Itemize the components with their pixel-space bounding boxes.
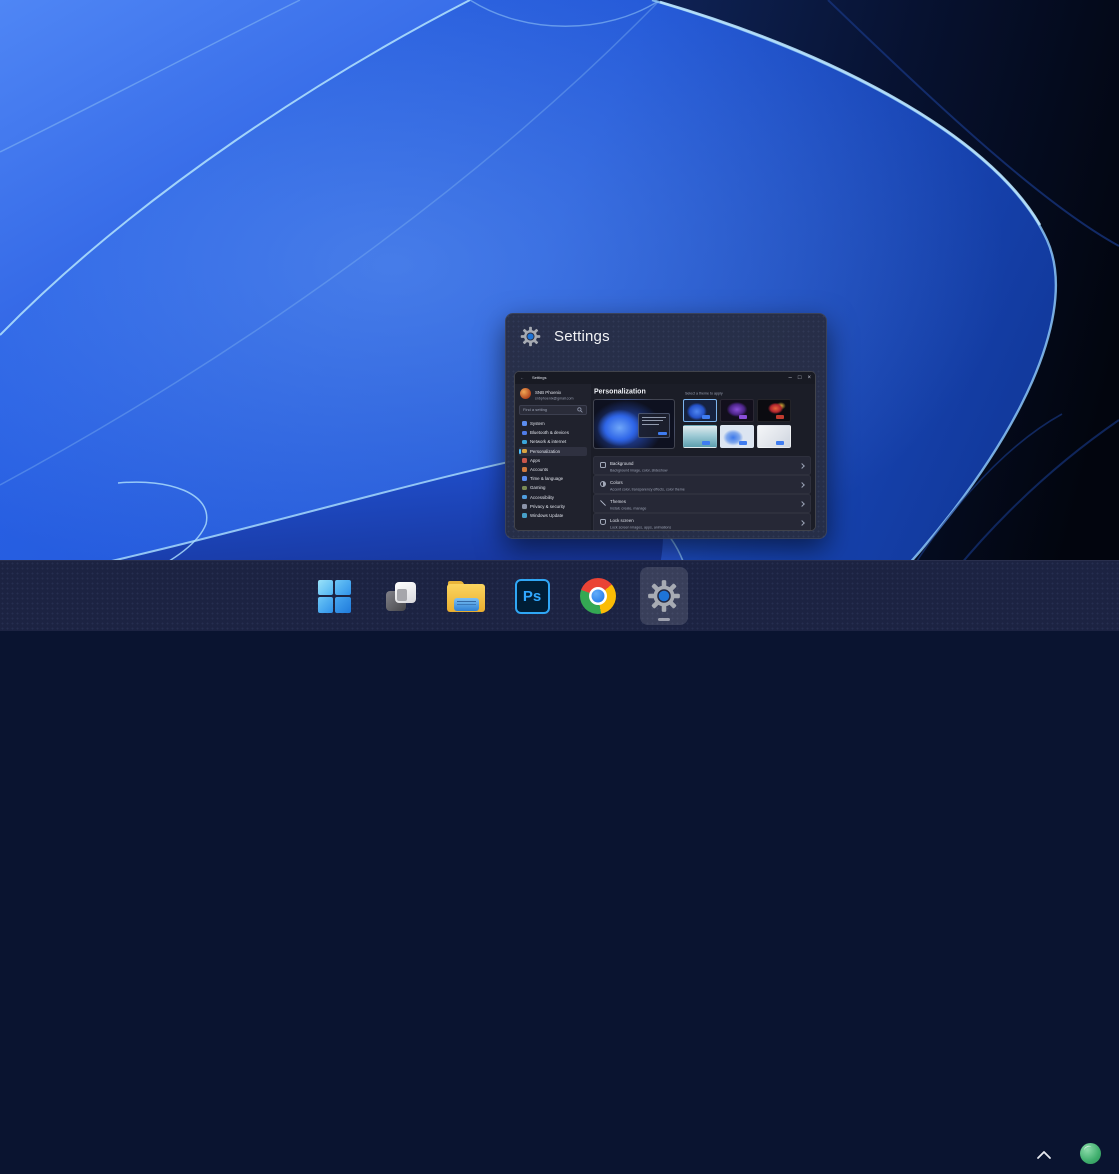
accessibility-icon [522,495,527,500]
theme-tile-sunrise [683,425,717,448]
settings-gear-icon [647,579,681,613]
taskbar-item-file-explorer[interactable] [442,567,490,625]
file-explorer-icon [447,581,485,612]
settings-row-colors: Colors Accent color, transparency effect… [593,475,811,494]
privacy-icon [522,504,527,509]
nav-item-network: Network & internet [519,437,587,446]
preview-card-button [658,432,667,436]
theme-tile-flow [757,425,791,448]
colors-icon [600,481,606,487]
theme-tile-captured-motion [757,399,791,422]
minimize-icon: – [789,372,792,384]
mini-window-title: Settings [532,375,546,380]
accounts-icon [522,467,527,472]
taskbar-item-photoshop[interactable]: Ps [508,567,556,625]
photoshop-glyph: Ps [523,589,541,604]
themes-icon [600,500,606,506]
theme-tiles [683,399,791,448]
close-icon: × [807,372,811,384]
apps-icon [522,458,527,463]
preview-card [638,413,670,438]
running-app-indicator [658,618,670,621]
nav-item-accessibility: Accessibility [519,493,587,502]
settings-row-background: Background Background image, color, slid… [593,456,811,475]
theme-picker-label: Select a theme to apply [685,392,723,396]
settings-nav: System Bluetooth & devices Network & int… [519,419,587,520]
mini-titlebar: ← Settings – □ × [515,372,815,384]
chevron-right-icon [799,463,805,469]
windows-start-icon [318,580,351,613]
settings-row-themes: Themes Install, create, manage [593,494,811,513]
task-view-icon [383,579,418,614]
nav-item-windows-update: Windows Update [519,511,587,520]
windows-update-icon [522,513,527,518]
preview-header: Settings [506,314,826,353]
bluetooth-icon [522,431,527,436]
nav-item-system: System [519,419,587,428]
search-placeholder: Find a setting [523,408,547,413]
avatar [520,388,531,399]
taskbar: Ps [0,560,1119,631]
chevron-up-icon [1036,1150,1052,1160]
taskbar-app-group: Ps [310,567,688,625]
personalization-icon [522,449,527,454]
nav-item-personalization: Personalization [519,447,587,456]
settings-row-lock-screen: Lock screen Lock screen images, apps, an… [593,513,811,530]
nav-item-privacy: Privacy & security [519,502,587,511]
nav-item-apps: Apps [519,456,587,465]
theme-tile-windows-light [720,425,754,448]
nav-item-time-language: Time & language [519,474,587,483]
page-title: Personalization [594,388,646,396]
lock-screen-icon [600,519,606,525]
chrome-icon [580,578,616,614]
user-account: SNB Phoenix snbphoenix@gmail.com [519,387,587,401]
settings-window-thumbnail[interactable]: ← Settings – □ × SNB Phoenix snbphoenix@… [514,371,816,531]
user-email: snbphoenix@gmail.com [535,396,573,400]
search-icon [577,407,583,413]
taskbar-item-start[interactable] [310,567,358,625]
nav-item-gaming: Gaming [519,483,587,492]
nav-item-accounts: Accounts [519,465,587,474]
settings-gear-icon [520,326,541,347]
network-icon [522,440,527,445]
photoshop-icon: Ps [515,579,550,614]
taskbar-preview-flyout[interactable]: Settings ← Settings – □ × SNB Phoenix sn… [505,313,827,539]
time-language-icon [522,476,527,481]
desktop: { "popup": { "title": "Settings", "windo… [0,0,1119,630]
taskbar-item-settings[interactable] [640,567,688,625]
gaming-icon [522,486,527,491]
nav-item-bluetooth: Bluetooth & devices [519,428,587,437]
taskbar-item-chrome[interactable] [574,567,622,625]
chevron-right-icon [799,501,805,507]
system-icon [522,421,527,426]
maximize-icon: □ [798,372,802,384]
mini-sidebar: SNB Phoenix snbphoenix@gmail.com Find a … [515,384,591,530]
theme-tile-glow [720,399,754,422]
background-icon [600,462,606,468]
tray-green-status-icon[interactable] [1080,1143,1101,1164]
theme-tile-windows-dark [683,399,717,422]
chevron-right-icon [799,520,805,526]
back-arrow-icon: ← [520,375,524,380]
user-name: SNB Phoenix [535,390,561,395]
desktop-preview [593,399,675,449]
mini-main-pane: Personalization Select a theme to apply … [591,384,815,530]
chevron-right-icon [799,482,805,488]
search-input: Find a setting [519,405,587,415]
preview-app-title: Settings [554,328,610,345]
tray-show-hidden-button[interactable] [1030,1136,1058,1174]
taskbar-item-task-view[interactable] [376,567,424,625]
